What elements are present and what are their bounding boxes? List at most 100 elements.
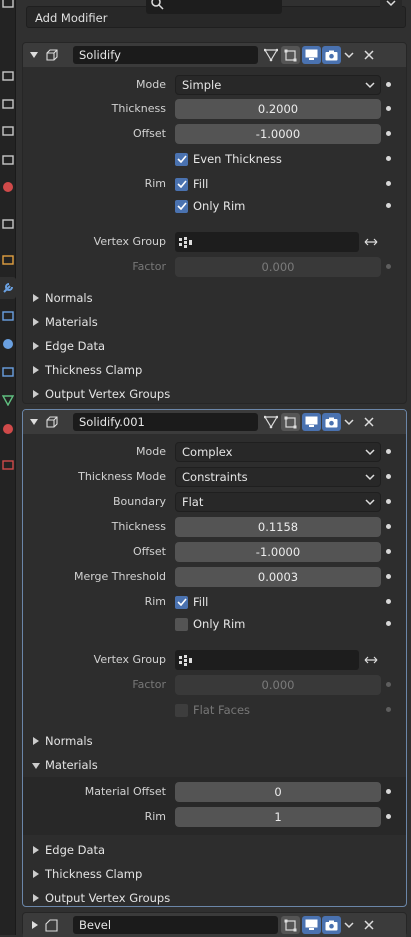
vertex-group-field[interactable] bbox=[175, 650, 359, 670]
modifier-tab[interactable] bbox=[0, 277, 16, 299]
modifier-name-field[interactable]: Solidify bbox=[73, 46, 258, 64]
search-field[interactable] bbox=[146, 0, 282, 14]
keyframe-dot[interactable] bbox=[386, 203, 391, 208]
render-tab[interactable] bbox=[0, 65, 16, 87]
factor-field[interactable]: 0.000 bbox=[175, 257, 381, 277]
object-tab[interactable] bbox=[0, 249, 16, 271]
physics-tab[interactable] bbox=[0, 333, 16, 355]
scene-tab[interactable] bbox=[0, 149, 16, 171]
keyframe-dot[interactable] bbox=[386, 707, 391, 712]
keyframe-dot[interactable] bbox=[386, 549, 391, 554]
keyframe-dot[interactable] bbox=[386, 789, 391, 794]
keyframe-dot[interactable] bbox=[386, 82, 391, 87]
render-toggle[interactable] bbox=[322, 46, 341, 64]
thickness-field[interactable]: 0.2000 bbox=[175, 99, 381, 119]
close-icon[interactable] bbox=[361, 410, 377, 434]
render-toggle[interactable] bbox=[322, 916, 341, 934]
realtime-toggle[interactable] bbox=[302, 413, 321, 431]
realtime-toggle[interactable] bbox=[302, 46, 321, 64]
keyframe-dot[interactable] bbox=[386, 264, 391, 269]
edit-mode-toggle[interactable] bbox=[281, 413, 300, 431]
keyframe-dot[interactable] bbox=[386, 599, 391, 604]
keyframe-dot[interactable] bbox=[386, 106, 391, 111]
realtime-toggle[interactable] bbox=[302, 916, 321, 934]
subpanel-thickness-clamp[interactable]: Thickness Clamp bbox=[23, 358, 406, 382]
keyframe-dot[interactable] bbox=[386, 131, 391, 136]
keyframe-dot[interactable] bbox=[386, 574, 391, 579]
subpanel-output-vertex-groups[interactable]: Output Vertex Groups bbox=[23, 382, 406, 406]
texture-tab[interactable] bbox=[0, 454, 16, 476]
invert-vertex-group-toggle[interactable] bbox=[361, 650, 381, 670]
collapse-arrow-icon[interactable] bbox=[27, 410, 41, 434]
subpanel-edge-data[interactable]: Edge Data bbox=[23, 838, 406, 862]
only-rim-checkbox[interactable]: Only Rim bbox=[175, 614, 245, 634]
expand-arrow-icon bbox=[33, 294, 39, 302]
mode-label: Mode bbox=[136, 445, 166, 458]
expand-arrow-icon[interactable] bbox=[27, 913, 41, 937]
collection-tab[interactable] bbox=[0, 213, 16, 235]
subpanel-edge-data[interactable]: Edge Data bbox=[23, 334, 406, 358]
world-tab[interactable] bbox=[0, 176, 16, 198]
material-tab[interactable] bbox=[0, 418, 16, 440]
subpanel-normals[interactable]: Normals bbox=[23, 286, 406, 310]
data-tab[interactable] bbox=[0, 389, 16, 411]
invert-vertex-group-toggle[interactable] bbox=[361, 232, 381, 252]
merge-threshold-field[interactable]: 0.0003 bbox=[175, 567, 381, 587]
material-rim-field[interactable]: 1 bbox=[175, 807, 381, 827]
material-rim-row: Rim 1 bbox=[23, 807, 406, 827]
keyframe-dot[interactable] bbox=[386, 499, 391, 504]
close-icon[interactable] bbox=[361, 913, 377, 937]
thickness-mode-dropdown[interactable]: Constraints bbox=[175, 467, 381, 487]
material-offset-field[interactable]: 0 bbox=[175, 782, 381, 802]
on-cage-toggle[interactable] bbox=[261, 46, 280, 64]
offset-field[interactable]: -1.0000 bbox=[175, 542, 381, 562]
edit-mode-toggle[interactable] bbox=[281, 916, 300, 934]
subpanel-materials[interactable]: Materials bbox=[23, 310, 406, 334]
subpanel-normals[interactable]: Normals bbox=[23, 729, 406, 753]
modifier-name-field[interactable]: Bevel bbox=[73, 916, 278, 934]
tool-tab[interactable] bbox=[0, 0, 16, 14]
render-toggle[interactable] bbox=[322, 413, 341, 431]
on-cage-toggle[interactable] bbox=[261, 413, 280, 431]
constraints-tab[interactable] bbox=[0, 361, 16, 383]
mode-dropdown[interactable]: Simple bbox=[175, 75, 381, 95]
keyframe-dot[interactable] bbox=[386, 449, 391, 454]
modifier-menu-chevron-icon[interactable] bbox=[341, 43, 357, 67]
keyframe-dot[interactable] bbox=[386, 621, 391, 626]
particles-tab[interactable] bbox=[0, 305, 16, 327]
output-tab[interactable] bbox=[0, 93, 16, 115]
offset-field[interactable]: -1.0000 bbox=[175, 124, 381, 144]
factor-field[interactable]: 0.000 bbox=[175, 675, 381, 695]
modifier-menu-chevron-icon[interactable] bbox=[341, 410, 357, 434]
close-icon[interactable] bbox=[361, 43, 377, 67]
subpanel-materials[interactable]: Materials bbox=[23, 753, 406, 777]
thickness-label: Thickness bbox=[111, 102, 166, 115]
modifier-icon bbox=[3, 283, 13, 293]
top-dropdown-button[interactable] bbox=[380, 0, 402, 14]
modifier-name-field[interactable]: Solidify.001 bbox=[73, 413, 258, 431]
thickness-field[interactable]: 0.1158 bbox=[175, 517, 381, 537]
keyframe-dot[interactable] bbox=[386, 181, 391, 186]
flat-faces-checkbox[interactable]: Flat Faces bbox=[175, 700, 250, 720]
mode-dropdown[interactable]: Complex bbox=[175, 442, 381, 462]
modifier-top-strip: Add Modifier bbox=[20, 0, 411, 32]
keyframe-dot[interactable] bbox=[386, 682, 391, 687]
edit-mode-toggle[interactable] bbox=[281, 46, 300, 64]
keyframe-dot[interactable] bbox=[386, 814, 391, 819]
only-rim-checkbox[interactable]: Only Rim bbox=[175, 196, 245, 216]
boundary-dropdown[interactable]: Flat bbox=[175, 492, 381, 512]
bevel-modifier-panel: Bevel bbox=[22, 912, 407, 937]
subpanel-output-vertex-groups[interactable]: Output Vertex Groups bbox=[23, 886, 406, 910]
collapse-arrow-icon[interactable] bbox=[27, 43, 41, 67]
fill-checkbox[interactable]: Fill bbox=[175, 174, 208, 194]
keyframe-dot[interactable] bbox=[386, 156, 391, 161]
even-thickness-checkbox[interactable]: Even Thickness bbox=[175, 149, 282, 169]
subpanel-thickness-clamp[interactable]: Thickness Clamp bbox=[23, 862, 406, 886]
material-offset-label: Material Offset bbox=[84, 785, 166, 798]
modifier-menu-chevron-icon[interactable] bbox=[341, 913, 357, 937]
keyframe-dot[interactable] bbox=[386, 524, 391, 529]
keyframe-dot[interactable] bbox=[386, 474, 391, 479]
view-layer-tab[interactable] bbox=[0, 120, 16, 142]
vertex-group-field[interactable] bbox=[175, 232, 359, 252]
fill-checkbox[interactable]: Fill bbox=[175, 592, 208, 612]
